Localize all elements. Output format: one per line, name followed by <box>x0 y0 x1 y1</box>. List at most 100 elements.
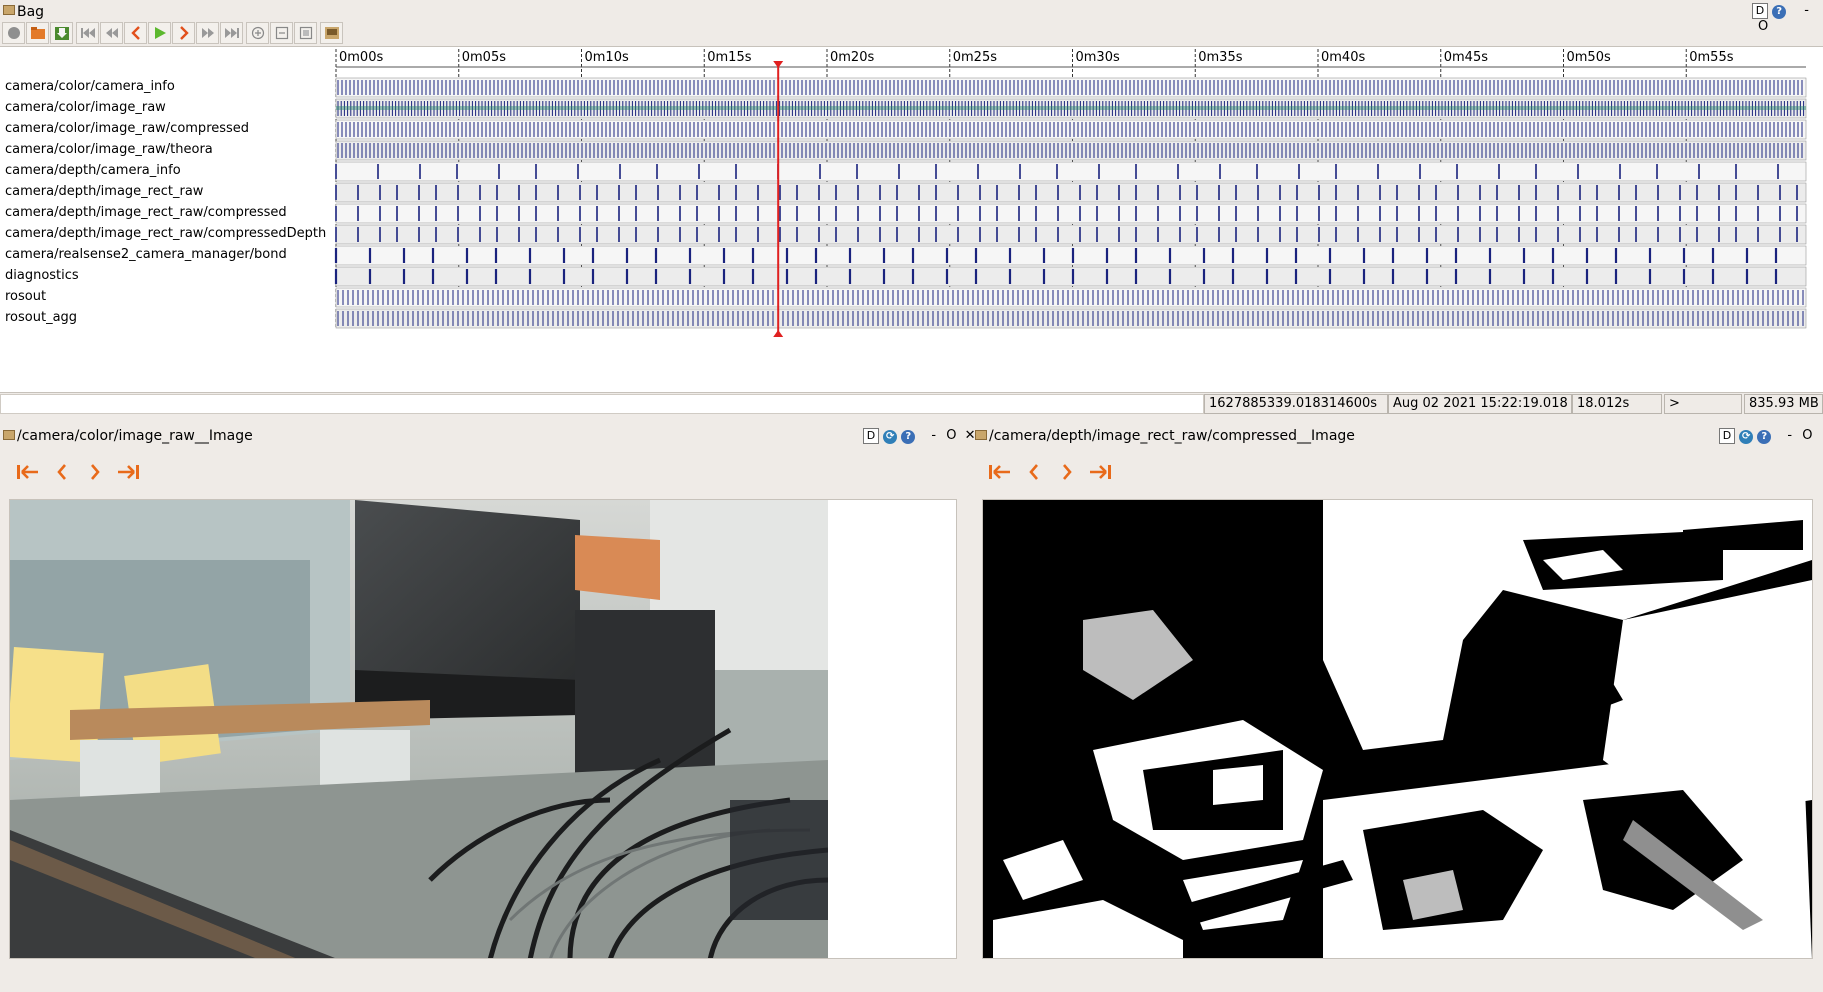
status-date: Aug 02 2021 15:22:19.018 <box>1388 394 1572 414</box>
topic-row[interactable] <box>335 266 1807 287</box>
timeline-panel[interactable]: camera/color/camera_info camera/color/ima… <box>0 46 1823 393</box>
rewind-icon <box>105 28 118 38</box>
timeline-tick-label: 0m25s <box>953 50 997 65</box>
left-panel-minimize-button[interactable]: - <box>931 428 936 443</box>
bag-title: Bag <box>17 4 45 20</box>
rewind-button[interactable] <box>100 22 123 44</box>
timeline-tick-label: 0m35s <box>1198 50 1242 65</box>
timeline-tick-label: 0m05s <box>462 50 506 65</box>
bag-folder-icon <box>3 5 15 15</box>
restore-button[interactable]: O <box>1758 19 1768 34</box>
prev-frame-icon <box>1029 464 1038 480</box>
topic-row[interactable] <box>335 245 1807 266</box>
bag-title-bar: Bag D ? - O <box>0 0 1823 34</box>
status-timestamp: 1627885339.018314600s <box>1204 394 1388 414</box>
open-icon <box>30 27 45 39</box>
status-elapsed: 18.012s <box>1572 394 1662 414</box>
dock-button[interactable]: D <box>1752 3 1768 19</box>
skip-to-start-button[interactable] <box>76 22 99 44</box>
zoom-in-button[interactable] <box>246 22 269 44</box>
record-button[interactable] <box>2 22 25 44</box>
left-panel-help-icon[interactable]: ? <box>901 430 916 444</box>
timeline-tick-label: 0m40s <box>1321 50 1365 65</box>
timeline-tick-label: 0m50s <box>1567 50 1611 65</box>
playhead-bottom-marker[interactable] <box>773 330 784 337</box>
next-frame-icon <box>91 464 100 480</box>
right-panel-restore-button[interactable]: O <box>1802 428 1812 443</box>
right-panel-dock-button[interactable]: D <box>1719 428 1735 444</box>
left-prev-frame-button[interactable] <box>50 462 74 482</box>
save-button[interactable] <box>50 22 73 44</box>
topic-row[interactable] <box>335 182 1807 203</box>
color-camera-image <box>10 500 829 958</box>
fast-forward-icon <box>201 28 214 38</box>
timeline-tick-label: 0m55s <box>1689 50 1733 65</box>
help-icon[interactable]: ? <box>1772 5 1787 19</box>
left-panel-folder-icon <box>3 430 15 440</box>
left-panel-dock-button[interactable]: D <box>863 428 879 444</box>
left-panel-reload-icon[interactable]: ⟳ <box>883 430 898 444</box>
left-first-frame-button[interactable] <box>16 462 40 482</box>
step-back-icon <box>130 26 140 40</box>
skip-to-start-icon <box>80 28 95 38</box>
step-forward-icon <box>179 26 189 40</box>
timeline-canvas[interactable]: 0m00s 0m05s 0m10s 0m15s 0m20s 0m25s 0m30s 0m35s… <box>0 47 1823 391</box>
right-panel-help-icon[interactable]: ? <box>1757 430 1772 444</box>
depth-image-view[interactable] <box>982 499 1813 959</box>
step-back-button[interactable] <box>124 22 147 44</box>
right-panel-controls: D ⟳ ? - O <box>1719 428 1813 444</box>
right-panel-reload-icon[interactable]: ⟳ <box>1739 430 1754 444</box>
right-last-frame-button[interactable] <box>1088 462 1112 482</box>
right-panel-folder-icon <box>975 430 987 440</box>
minimize-button[interactable]: - <box>1804 3 1809 18</box>
open-button[interactable] <box>26 22 49 44</box>
zoom-out-button[interactable] <box>270 22 293 44</box>
left-panel-title: /camera/color/image_raw__Image <box>17 428 253 444</box>
timeline-tick-label: 0m20s <box>830 50 874 65</box>
fast-forward-button[interactable] <box>196 22 219 44</box>
right-prev-frame-button[interactable] <box>1022 462 1046 482</box>
save-icon <box>54 27 69 40</box>
step-forward-button[interactable] <box>172 22 195 44</box>
thumbnails-icon <box>324 27 339 39</box>
right-panel-title: /camera/depth/image_rect_raw/compressed_… <box>989 428 1355 444</box>
timeline-tick-label: 0m15s <box>707 50 751 65</box>
first-frame-icon <box>989 465 1010 479</box>
first-frame-icon <box>17 465 38 479</box>
status-message <box>0 394 1204 414</box>
right-panel-minimize-button[interactable]: - <box>1787 428 1792 443</box>
bag-window-controls: D ? - O <box>1752 3 1823 34</box>
left-last-frame-button[interactable] <box>116 462 140 482</box>
topic-row[interactable] <box>335 203 1807 224</box>
topic-row[interactable] <box>335 308 1807 329</box>
bag-toolbar <box>0 22 420 46</box>
left-panel-close-button[interactable]: ✕ <box>965 428 976 443</box>
prev-frame-icon <box>57 464 66 480</box>
timeline-tick-label: 0m10s <box>585 50 629 65</box>
topic-row[interactable] <box>335 287 1807 308</box>
left-panel-restore-button[interactable]: O <box>946 428 956 443</box>
status-size: 835.93 MB <box>1744 394 1823 414</box>
color-image-view[interactable] <box>9 499 957 959</box>
timeline-tick-label: 0m00s <box>339 50 383 65</box>
thumbnails-button[interactable] <box>320 22 343 44</box>
zoom-out-icon <box>275 26 288 40</box>
play-icon <box>154 27 166 39</box>
timeline-tick-label: 0m30s <box>1076 50 1120 65</box>
topic-row[interactable] <box>335 224 1807 245</box>
zoom-fit-button[interactable] <box>294 22 317 44</box>
record-icon <box>7 27 20 39</box>
right-first-frame-button[interactable] <box>988 462 1012 482</box>
topic-row[interactable] <box>335 161 1807 182</box>
message-density-band <box>336 106 1806 110</box>
right-next-frame-button[interactable] <box>1055 462 1079 482</box>
left-next-frame-button[interactable] <box>83 462 107 482</box>
timeline-tick-label: 0m45s <box>1444 50 1488 65</box>
status-play-state: > <box>1664 394 1742 414</box>
skip-to-end-button[interactable] <box>220 22 243 44</box>
next-frame-icon <box>1063 464 1072 480</box>
last-frame-icon <box>1090 465 1111 479</box>
last-frame-icon <box>118 465 139 479</box>
left-panel-controls: D ⟳ ? - O ✕ <box>863 428 976 444</box>
play-button[interactable] <box>148 22 171 44</box>
